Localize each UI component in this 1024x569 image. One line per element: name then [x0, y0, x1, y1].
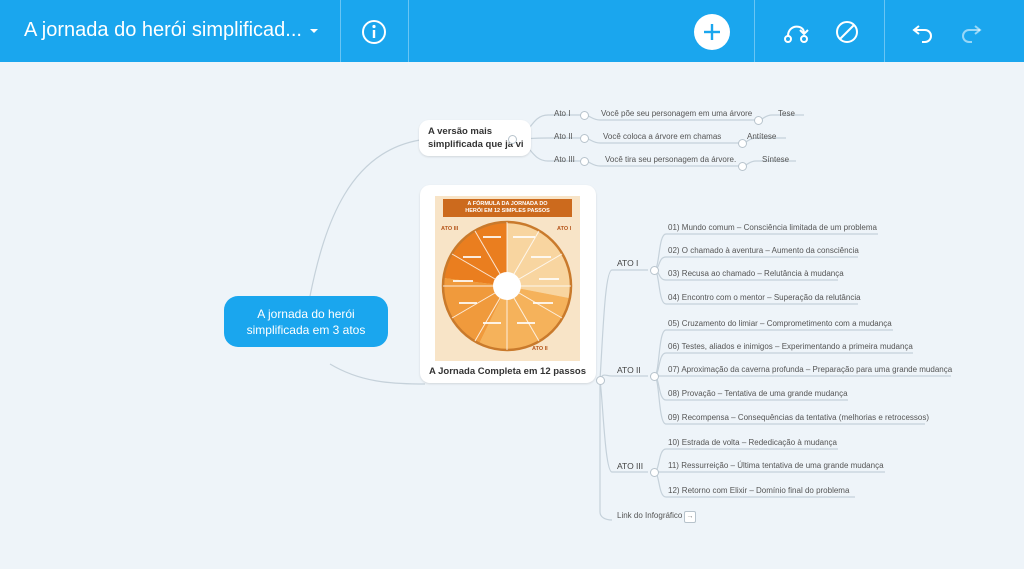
- collapse-toggle[interactable]: [738, 139, 747, 148]
- dialectic-label: Tese: [778, 109, 795, 118]
- infographic-ato-iii: ATO III: [441, 226, 459, 232]
- infographic-ato-i: ATO I: [557, 226, 572, 232]
- dialectic-label: Síntese: [762, 155, 790, 164]
- act-topic[interactable]: ATO II: [617, 365, 641, 375]
- infographic-wheel: [441, 220, 573, 352]
- external-link-icon[interactable]: →: [684, 511, 696, 523]
- step-topic[interactable]: 03) Recusa ao chamado – Relutância à mud…: [668, 269, 844, 279]
- step-topic[interactable]: 07) Aproximação da caverna profunda – Pr…: [668, 365, 952, 375]
- act-label: Ato I: [554, 109, 571, 118]
- collapse-toggle[interactable]: [580, 134, 589, 143]
- step-topic[interactable]: 04) Encontro com o mentor – Superação da…: [668, 293, 861, 303]
- infographic-link[interactable]: Link do Infográfico: [617, 511, 682, 521]
- step-topic[interactable]: 01) Mundo comum – Consciência limitada d…: [668, 223, 877, 233]
- collapse-toggle[interactable]: [580, 157, 589, 166]
- map-title[interactable]: A jornada do herói simplificad...: [24, 19, 302, 42]
- act-label: Ato III: [554, 155, 575, 164]
- top-toolbar: A jornada do herói simplificad...: [0, 0, 1024, 62]
- toolbar-divider: [340, 0, 341, 62]
- root-topic-line-1: A jornada do herói: [257, 306, 355, 321]
- collapse-toggle[interactable]: [650, 468, 659, 477]
- step-topic[interactable]: 11) Ressurreição – Última tentativa de u…: [668, 461, 884, 471]
- redo-icon[interactable]: [957, 19, 985, 45]
- undo-icon[interactable]: [909, 19, 937, 45]
- step-topic[interactable]: 09) Recompensa – Consequências da tentat…: [668, 413, 929, 423]
- step-topic[interactable]: 08) Provação – Tentativa de uma grande m…: [668, 389, 848, 399]
- step-topic[interactable]: 10) Estrada de volta – Rededicação à mud…: [668, 438, 837, 448]
- infographic-image[interactable]: A FÓRMULA DA JORNADA DO HERÓI EM 12 SIMP…: [435, 196, 580, 361]
- topic-complete-journey-label: A Jornada Completa em 12 passos: [429, 366, 586, 377]
- act-topic[interactable]: ATO I: [617, 258, 638, 268]
- dialectic-label: Antítese: [747, 132, 777, 141]
- infographic-ato-ii: ATO II: [532, 346, 548, 352]
- step-topic[interactable]: 02) O chamado à aventura – Aumento da co…: [668, 246, 859, 256]
- info-icon[interactable]: [359, 17, 389, 47]
- toolbar-divider: [408, 0, 409, 62]
- step-topic[interactable]: 06) Testes, aliados e inimigos – Experim…: [668, 342, 913, 352]
- collapse-toggle[interactable]: [738, 162, 747, 171]
- toolbar-divider: [884, 0, 885, 62]
- act-description: Você tira seu personagem da árvore.: [605, 155, 737, 164]
- toolbar-divider: [754, 0, 755, 62]
- add-topic-button[interactable]: [694, 14, 730, 50]
- collapse-toggle[interactable]: [754, 116, 763, 125]
- plus-icon: [704, 24, 720, 40]
- step-topic[interactable]: 12) Retorno com Elixir – Domínio final d…: [668, 486, 849, 496]
- collapse-toggle[interactable]: [650, 266, 659, 275]
- collapse-toggle[interactable]: [596, 376, 605, 385]
- collapse-toggle[interactable]: [650, 372, 659, 381]
- act-topic[interactable]: ATO III: [617, 461, 643, 471]
- collapse-toggle[interactable]: [580, 111, 589, 120]
- prohibited-icon[interactable]: [834, 19, 860, 45]
- act-label: Ato II: [554, 132, 573, 141]
- connection-icon[interactable]: [782, 18, 810, 46]
- act-description: Você coloca a árvore em chamas: [603, 132, 722, 141]
- collapse-toggle[interactable]: [508, 135, 517, 144]
- mind-map-canvas[interactable]: A jornada do herói simplificada em 3 ato…: [0, 62, 1024, 569]
- root-topic[interactable]: A jornada do herói simplificada em 3 ato…: [224, 296, 388, 347]
- caret-down-icon[interactable]: [302, 18, 326, 44]
- act-description: Você põe seu personagem em uma árvore: [601, 109, 753, 118]
- root-topic-line-2: simplificada em 3 atos: [246, 322, 366, 337]
- step-topic[interactable]: 05) Cruzamento do limiar – Comprometimen…: [668, 319, 892, 329]
